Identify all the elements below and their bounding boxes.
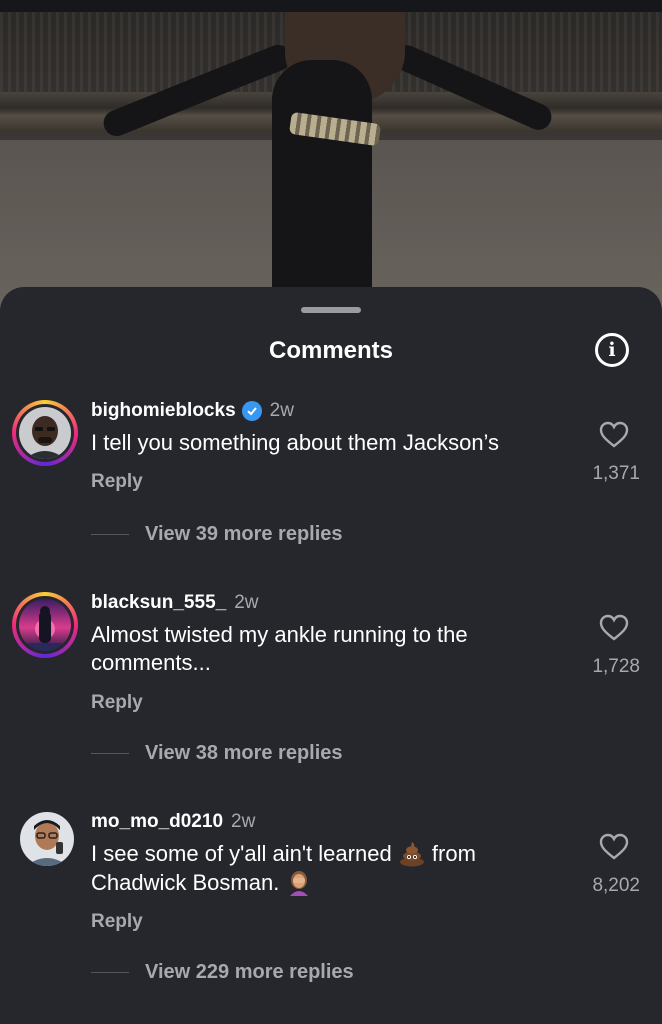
comment-item: blacksun_555_ 2w Almost twisted my ankle… [0, 592, 662, 792]
heart-icon[interactable] [599, 833, 629, 861]
comment-text: I tell you something about them Jackson’… [91, 430, 500, 455]
like-count: 8,202 [592, 875, 640, 896]
avatar[interactable] [20, 812, 74, 866]
divider [91, 972, 129, 973]
username[interactable]: mo_mo_d0210 [91, 811, 223, 833]
sheet-drag-handle[interactable] [301, 307, 361, 313]
divider [91, 753, 129, 754]
facepalm-emoji-icon [290, 871, 309, 897]
comment-header: blacksun_555_ 2w [91, 592, 259, 614]
comment-header: bighomieblocks 2w [91, 400, 294, 422]
view-replies-label: View 39 more replies [145, 523, 343, 545]
like-count: 1,728 [592, 656, 640, 677]
status-bar-strip [0, 0, 662, 12]
comment-item: bighomieblocks 2w I tell you something a… [0, 397, 662, 597]
verified-badge-icon [241, 401, 262, 421]
reply-button[interactable]: Reply [91, 471, 143, 493]
comment-header: mo_mo_d0210 2w [91, 811, 255, 833]
view-replies-label: View 229 more replies [145, 961, 354, 983]
poop-emoji-icon [399, 842, 424, 867]
avatar[interactable] [12, 592, 78, 658]
comment-text: I see some of y'all ain't learned from C… [91, 840, 571, 898]
comment-time: 2w [231, 811, 256, 832]
reply-button[interactable]: Reply [91, 692, 143, 714]
view-replies-button[interactable]: View 229 more replies [91, 961, 354, 984]
heart-icon[interactable] [599, 614, 629, 642]
view-replies-button[interactable]: View 38 more replies [91, 742, 343, 765]
like-count: 1,371 [592, 463, 640, 484]
view-replies-button[interactable]: View 39 more replies [91, 523, 343, 546]
username[interactable]: blacksun_555_ [91, 592, 226, 614]
comment-text-part: I see some of y'all ain't learned [91, 841, 398, 866]
video-background[interactable] [0, 0, 662, 330]
comment-time: 2w [269, 400, 294, 421]
comment-item: mo_mo_d0210 2w I see some of y'all ain't… [0, 811, 662, 1011]
avatar[interactable] [12, 400, 78, 466]
heart-icon[interactable] [599, 421, 629, 449]
divider [91, 534, 129, 535]
username[interactable]: bighomieblocks [91, 400, 236, 422]
view-replies-label: View 38 more replies [145, 742, 343, 764]
comment-time: 2w [234, 592, 259, 613]
comments-sheet: Comments i bighomieblocks 2w I tell you … [0, 287, 662, 1024]
sheet-title: Comments [268, 337, 394, 364]
reply-button[interactable]: Reply [91, 911, 143, 933]
info-icon[interactable]: i [595, 333, 629, 367]
comment-text: Almost twisted my ankle running to the c… [91, 622, 468, 675]
